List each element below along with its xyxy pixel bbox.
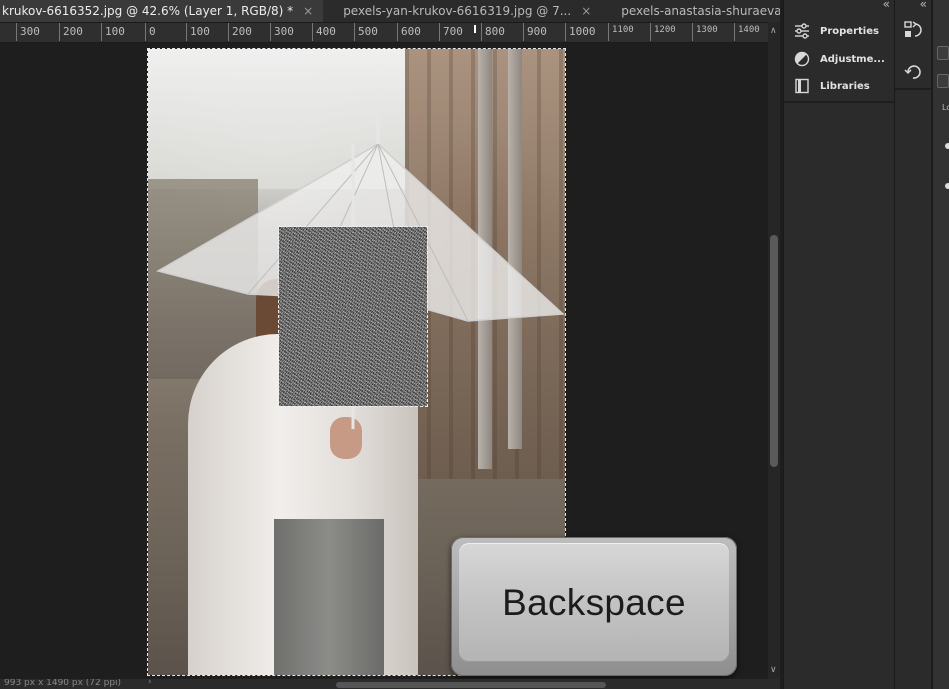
adjustments-circle-icon (784, 51, 820, 67)
ruler-cursor-marker (474, 25, 476, 33)
ruler-tick: 200 (59, 23, 83, 41)
ruler-tick: 400 (312, 23, 336, 41)
noise-filled-selection[interactable] (278, 226, 428, 407)
vertical-scrollbar[interactable]: ∧ ∨ (768, 22, 780, 679)
ruler-tick: 1200 (650, 23, 676, 41)
tab-document-3[interactable]: pexels-anastasia-shuraeva-7539498.jpg × (601, 0, 780, 22)
ruler-tick: 700 (439, 23, 463, 41)
scrollbar-thumb[interactable] (770, 235, 778, 467)
tab-document-2[interactable]: pexels-yan-krukov-6616319.jpg @ 7... × (323, 0, 601, 22)
horizontal-scrollbar-thumb[interactable] (336, 682, 606, 688)
tab-close-icon[interactable]: × (303, 4, 313, 18)
libraries-book-icon (784, 78, 820, 94)
eye-visibility-icon[interactable] (945, 183, 949, 189)
tab-title: krukov-6616352.jpg @ 42.6% (Layer 1, RGB… (2, 4, 294, 18)
layers-lock-label: Lo (942, 103, 949, 112)
ruler-tick: 900 (523, 23, 547, 41)
layers-search-field[interactable] (937, 46, 949, 60)
panel-item-adjustments[interactable]: Adjustme... (784, 46, 894, 72)
status-arrow-icon[interactable]: › (148, 679, 152, 687)
collapse-panels-icon[interactable]: « (920, 0, 927, 11)
key-label: Backspace (502, 581, 686, 623)
panel-divider (784, 101, 894, 103)
ruler-tick: 800 (481, 23, 505, 41)
history-panel-icon[interactable] (903, 20, 923, 40)
collapse-panels-icon[interactable]: « (883, 0, 890, 11)
key-face: Backspace (459, 543, 729, 662)
ruler-tick: 0 (145, 23, 156, 41)
layers-blend-mode[interactable] (937, 74, 949, 88)
panel-divider (895, 88, 931, 90)
tab-active-document[interactable]: krukov-6616352.jpg @ 42.6% (Layer 1, RGB… (0, 0, 324, 22)
reset-history-icon[interactable] (903, 62, 923, 82)
tab-title: pexels-yan-krukov-6616319.jpg @ 7... (343, 4, 572, 18)
backspace-key-overlay: Backspace (451, 537, 737, 676)
ruler-tick: 100 (101, 23, 125, 41)
scroll-up-icon[interactable]: ∧ (770, 26, 777, 36)
canvas-area[interactable]: Backspace (0, 43, 768, 678)
ruler-tick: 100 (186, 23, 210, 41)
horizontal-ruler[interactable]: 300 200 100 0 100 200 300 400 500 600 70… (0, 23, 768, 43)
layers-panel-partial: Lo (932, 0, 949, 689)
panel-item-label: Properties (820, 25, 879, 37)
panel-item-label: Adjustme... (820, 53, 885, 65)
ruler-tick: 600 (397, 23, 421, 41)
ruler-tick: 300 (270, 23, 294, 41)
scroll-down-icon[interactable]: ∨ (770, 665, 777, 675)
panel-item-libraries[interactable]: Libraries (784, 73, 894, 99)
tab-title: pexels-anastasia-shuraeva-7539498.jpg (621, 4, 780, 18)
document-size-info[interactable]: 993 px x 1490 px (72 ppi) (4, 679, 121, 688)
eye-visibility-icon[interactable] (945, 143, 949, 149)
ruler-tick: 1300 (692, 23, 718, 41)
ruler-tick: 1100 (608, 23, 634, 41)
ruler-tick: 500 (354, 23, 378, 41)
ruler-tick: 200 (228, 23, 252, 41)
ruler-tick: 300 (16, 23, 40, 41)
panel-item-label: Libraries (820, 80, 870, 92)
status-bar: 993 px x 1490 px (72 ppi) › (0, 679, 780, 689)
panel-item-properties[interactable]: Properties (784, 18, 894, 44)
tab-close-icon[interactable]: × (581, 4, 591, 18)
properties-sliders-icon (784, 23, 820, 39)
panel-dock-icons: « (894, 0, 931, 689)
ruler-tick: 1000 (565, 23, 596, 41)
document-tab-bar: krukov-6616352.jpg @ 42.6% (Layer 1, RGB… (0, 0, 780, 23)
ruler-tick: 1400 (734, 23, 760, 41)
panel-dock-primary: « Properties Adjustme... Libraries (783, 0, 894, 689)
